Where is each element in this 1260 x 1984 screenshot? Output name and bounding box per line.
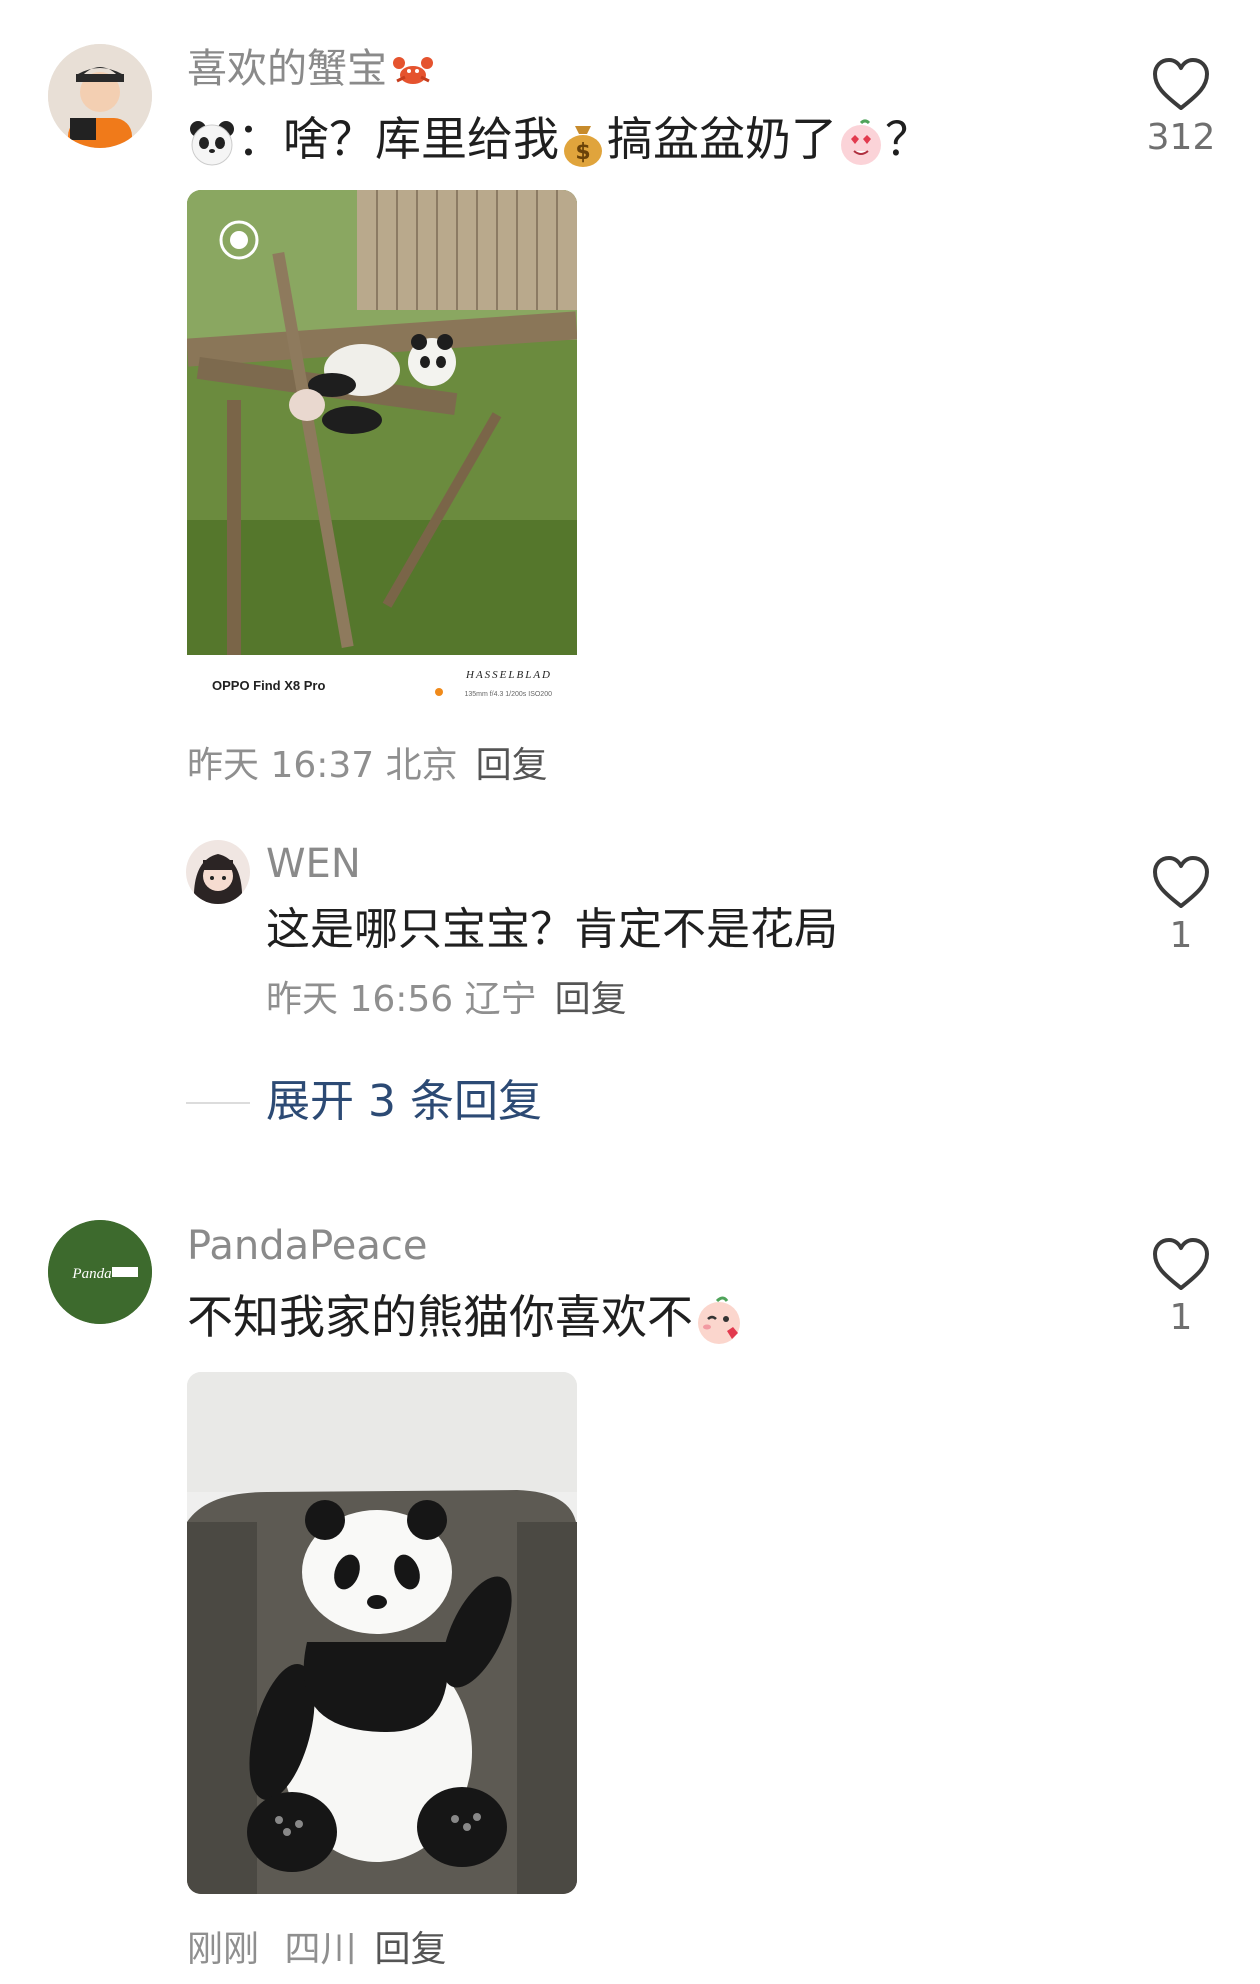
comment-meta: 刚刚 四川 回复 — [187, 1932, 447, 1968]
comment-meta: 昨天 16:37 北京 回复 — [187, 748, 548, 784]
photo-caption-left: OPPO Find X8 Pro — [212, 678, 325, 693]
comment-item: 喜欢的蟹宝 ：啥？库里给我 $ 搞盆盆奶了 ？ OPPO Find X8 Pro… — [0, 0, 1260, 800]
like-area: 312 — [1136, 56, 1226, 156]
comment-meta: 昨天 16:56 辽宁 回复 — [266, 982, 627, 1018]
comment-text-part: ？ — [885, 112, 931, 166]
like-area: 1 — [1136, 1236, 1226, 1336]
comment-text: ：啥？库里给我 $ 搞盆盆奶了 ？ — [187, 116, 931, 168]
comment-photo[interactable] — [187, 1372, 577, 1894]
heart-icon[interactable] — [1151, 56, 1211, 112]
comment-text-part: 不知我家的熊猫你喜欢不 — [187, 1290, 693, 1344]
expand-replies[interactable]: 展开 3 条回复 — [186, 1080, 686, 1130]
photo-caption-right: HASSELBLAD — [465, 669, 552, 681]
like-count: 312 — [1146, 117, 1216, 158]
comment-text: 不知我家的熊猫你喜欢不 — [187, 1294, 745, 1347]
panda-face-emoji — [187, 119, 237, 167]
like-count: 1 — [1169, 1297, 1193, 1338]
reply-button[interactable]: 回复 — [374, 1929, 446, 1970]
avatar[interactable]: Panda — [48, 1220, 152, 1324]
comment-location: 北京 — [385, 745, 458, 786]
like-area: 1 — [1136, 854, 1226, 954]
like-count: 1 — [1169, 915, 1193, 956]
expand-replies-label: 展开 3 条回复 — [266, 1076, 542, 1127]
svg-text:Panda: Panda — [71, 1266, 111, 1282]
comment-item: Panda PandaPeace 不知我家的熊猫你喜欢不 刚刚 四川 回复 1 — [0, 1200, 1260, 1984]
comment-text: 这是哪只宝宝？肯定不是花局 — [266, 904, 838, 955]
heart-eyes-emoji — [837, 119, 885, 167]
comment-text-part: ：啥？库里给我 — [237, 112, 559, 166]
comment-photo[interactable]: OPPO Find X8 Pro HASSELBLAD 135mm f/4.3 … — [187, 190, 577, 710]
heart-icon[interactable] — [1151, 1236, 1211, 1292]
username[interactable]: PandaPeace — [187, 1226, 428, 1266]
username-text: 喜欢的蟹宝 — [187, 46, 387, 92]
comment-location: 四川 — [284, 1929, 357, 1970]
money-bag-emoji: $ — [559, 118, 607, 168]
divider — [186, 1102, 250, 1104]
comment-location: 辽宁 — [464, 979, 537, 1020]
comment-time: 刚刚 — [187, 1929, 260, 1970]
crab-emoji — [391, 51, 435, 91]
avatar[interactable] — [186, 840, 250, 904]
username[interactable]: WEN — [266, 844, 361, 884]
heart-icon[interactable] — [1151, 854, 1211, 910]
blushing-emoji — [693, 1295, 745, 1347]
avatar[interactable] — [48, 44, 152, 148]
reply-item: WEN 这是哪只宝宝？肯定不是花局 昨天 16:56 辽宁 回复 1 — [0, 830, 1260, 1030]
photo-caption-sub: 135mm f/4.3 1/200s ISO200 — [464, 691, 552, 698]
svg-text:$: $ — [575, 140, 590, 165]
comment-time: 昨天 16:37 — [187, 745, 375, 786]
comment-text-part: 搞盆盆奶了 — [607, 112, 837, 166]
comment-time: 昨天 16:56 — [266, 979, 454, 1020]
reply-button[interactable]: 回复 — [476, 745, 548, 786]
username[interactable]: 喜欢的蟹宝 — [187, 49, 435, 91]
reply-button[interactable]: 回复 — [555, 979, 627, 1020]
